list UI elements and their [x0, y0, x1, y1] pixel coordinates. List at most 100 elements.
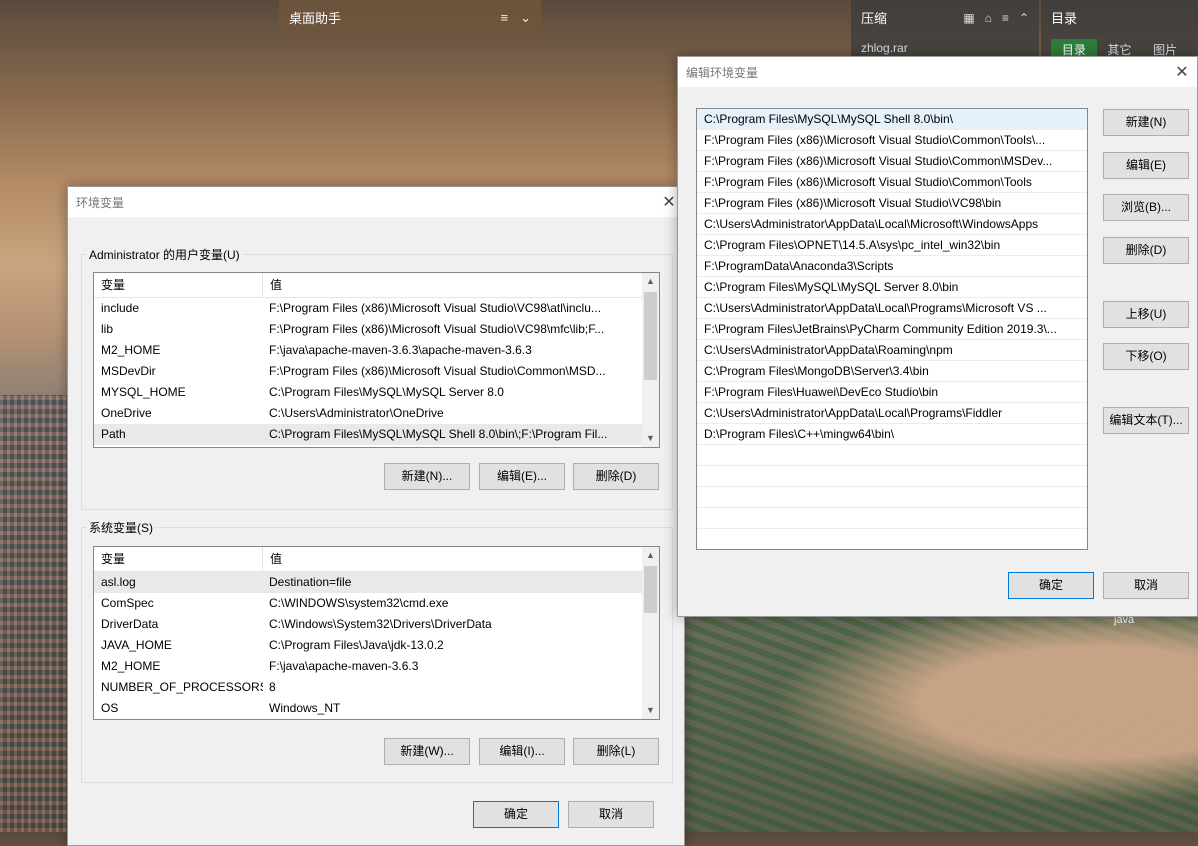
scroll-down-icon[interactable]: ▼ [642, 430, 659, 447]
var-name: NUMBER_OF_PROCESSORS [101, 680, 263, 694]
path-move-up-button[interactable]: 上移(U) [1103, 301, 1189, 328]
desktop-helper-title: 桌面助手 [289, 11, 342, 26]
cancel-button[interactable]: 取消 [1103, 572, 1189, 599]
table-row[interactable]: M2_HOME F:\java\apache-maven-3.6.3 [94, 656, 659, 677]
list-item[interactable]: F:\Program Files\Huawei\DevEco Studio\bi… [697, 382, 1087, 403]
env-dialog-title: 环境变量 [76, 195, 125, 210]
scroll-up-icon[interactable]: ▲ [642, 273, 659, 290]
system-vars-header: 变量 值 [94, 547, 659, 572]
var-name: include [101, 301, 140, 315]
table-row-selected[interactable]: Path C:\Program Files\MySQL\MySQL Shell 8… [94, 424, 659, 445]
list-item[interactable]: C:\Program Files\MySQL\MySQL Server 8.0\… [697, 277, 1087, 298]
user-new-button[interactable]: 新建(N)... [384, 463, 470, 490]
chevron-down-icon[interactable]: ⌄ [520, 10, 531, 26]
var-name: MSDevDir [101, 364, 156, 378]
column-header-value[interactable]: 值 [263, 273, 282, 297]
list-item-empty[interactable] [697, 466, 1087, 487]
var-name: ComSpec [101, 596, 154, 610]
list-item[interactable]: C:\Program Files\MongoDB\Server\3.4\bin [697, 361, 1087, 382]
table-row[interactable]: DriverData C:\Windows\System32\Drivers\Dr… [94, 614, 659, 635]
var-value: C:\Program Files\Java\jdk-13.0.2 [269, 638, 444, 652]
path-delete-button[interactable]: 删除(D) [1103, 237, 1189, 264]
list-item[interactable]: F:\Program Files (x86)\Microsoft Visual … [697, 193, 1087, 214]
list-item[interactable]: F:\ProgramData\Anaconda3\Scripts [697, 256, 1087, 277]
table-row[interactable]: MYSQL_HOME C:\Program Files\MySQL\MySQL S… [94, 382, 659, 403]
table-row[interactable]: include F:\Program Files (x86)\Microsoft … [94, 298, 659, 319]
var-value: F:\java\apache-maven-3.6.3\apache-maven-… [269, 343, 532, 357]
user-edit-button[interactable]: 编辑(E)... [479, 463, 565, 490]
var-value: F:\Program Files (x86)\Microsoft Visual … [269, 301, 601, 315]
list-item[interactable]: C:\Users\Administrator\AppData\Local\Pro… [697, 403, 1087, 424]
table-row[interactable]: OneDrive C:\Users\Administrator\OneDrive [94, 403, 659, 424]
scrollbar-thumb[interactable] [644, 566, 657, 613]
desktop-helper-bar[interactable]: 桌面助手 ≡ ⌄ [279, 0, 541, 35]
path-move-down-button[interactable]: 下移(O) [1103, 343, 1189, 370]
list-item[interactable]: F:\Program Files (x86)\Microsoft Visual … [697, 172, 1087, 193]
user-delete-button[interactable]: 删除(D) [573, 463, 659, 490]
wallpaper-river [685, 616, 1198, 832]
zip-panel[interactable]: 压缩 ▦ ⌂ ≡ ⌃ zhlog.rar [851, 0, 1039, 58]
list-item[interactable]: C:\Users\Administrator\AppData\Roaming\n… [697, 340, 1087, 361]
lock-icon[interactable]: ⌂ [985, 11, 992, 25]
path-edit-button[interactable]: 编辑(E) [1103, 152, 1189, 179]
scroll-up-icon[interactable]: ▲ [642, 547, 659, 564]
table-row[interactable]: ComSpec C:\WINDOWS\system32\cmd.exe [94, 593, 659, 614]
var-value: Windows_NT [269, 701, 341, 715]
close-icon[interactable]: ✕ [1167, 62, 1197, 82]
var-name: DriverData [101, 617, 159, 631]
ok-button[interactable]: 确定 [473, 801, 559, 828]
list-item[interactable]: C:\Program Files\OPNET\14.5.A\sys\pc_int… [697, 235, 1087, 256]
list-item[interactable]: C:\Users\Administrator\AppData\Local\Pro… [697, 298, 1087, 319]
cancel-button[interactable]: 取消 [568, 801, 654, 828]
scroll-down-icon[interactable]: ▼ [642, 702, 659, 719]
list-item[interactable]: F:\Program Files\JetBrains\PyCharm Commu… [697, 319, 1087, 340]
menu-icon[interactable]: ≡ [1002, 11, 1009, 25]
list-item-empty[interactable] [697, 487, 1087, 508]
list-item-empty[interactable] [697, 445, 1087, 466]
table-row[interactable]: NUMBER_OF_PROCESSORS 8 [94, 677, 659, 698]
system-edit-button[interactable]: 编辑(I)... [479, 738, 565, 765]
edit-dialog-titlebar[interactable]: 编辑环境变量 ✕ [678, 57, 1197, 87]
grid-icon[interactable]: ▦ [963, 11, 974, 25]
table-row-selected[interactable]: asl.log Destination=file [94, 572, 659, 593]
table-row[interactable]: OS Windows_NT [94, 698, 659, 719]
user-vars-scrollbar[interactable]: ▲ ▼ [642, 273, 659, 447]
system-vars-scrollbar[interactable]: ▲ ▼ [642, 547, 659, 719]
table-row[interactable]: M2_HOME F:\java\apache-maven-3.6.3\apache… [94, 340, 659, 361]
list-item[interactable]: C:\Users\Administrator\AppData\Local\Mic… [697, 214, 1087, 235]
table-row[interactable]: MSDevDir F:\Program Files (x86)\Microsoft… [94, 361, 659, 382]
system-new-button[interactable]: 新建(W)... [384, 738, 470, 765]
list-item-selected[interactable]: C:\Program Files\MySQL\MySQL Shell 8.0\b… [697, 109, 1087, 130]
list-item[interactable]: D:\Program Files\C++\mingw64\bin\ [697, 424, 1087, 445]
var-value: F:\java\apache-maven-3.6.3 [269, 659, 419, 673]
system-delete-button[interactable]: 删除(L) [573, 738, 659, 765]
chevron-up-icon[interactable]: ⌃ [1019, 11, 1029, 25]
scrollbar-thumb[interactable] [644, 292, 657, 380]
path-browse-button[interactable]: 浏览(B)... [1103, 194, 1189, 221]
column-header-variable[interactable]: 变量 [94, 273, 263, 297]
ok-button[interactable]: 确定 [1008, 572, 1094, 599]
env-dialog-titlebar[interactable]: 环境变量 ✕ [68, 187, 684, 217]
user-vars-list[interactable]: 变量 值 include F:\Program Files (x86)\Micro… [93, 272, 660, 448]
system-vars-list[interactable]: 变量 值 asl.log Destination=file ComSpec C:\W… [93, 546, 660, 720]
var-name: M2_HOME [101, 659, 161, 673]
list-item[interactable]: F:\Program Files (x86)\Microsoft Visual … [697, 130, 1087, 151]
var-value: F:\Program Files (x86)\Microsoft Visual … [269, 322, 605, 336]
var-value: C:\Program Files\MySQL\MySQL Server 8.0 [269, 385, 504, 399]
table-row[interactable]: JAVA_HOME C:\Program Files\Java\jdk-13.0.… [94, 635, 659, 656]
system-vars-group-label: 系统变量(S) [86, 519, 156, 536]
var-value: F:\Program Files (x86)\Microsoft Visual … [269, 364, 606, 378]
menu-icon[interactable]: ≡ [501, 10, 509, 25]
column-header-value[interactable]: 值 [263, 547, 282, 571]
column-header-variable[interactable]: 变量 [94, 547, 263, 571]
directory-panel[interactable]: 目录 目录 其它 图片 [1041, 0, 1198, 60]
path-edit-text-button[interactable]: 编辑文本(T)... [1103, 407, 1189, 434]
var-name: M2_HOME [101, 343, 161, 357]
zip-file-item[interactable]: zhlog.rar [861, 41, 1029, 55]
table-row[interactable]: lib F:\Program Files (x86)\Microsoft Visu… [94, 319, 659, 340]
list-item-empty[interactable] [697, 508, 1087, 529]
path-new-button[interactable]: 新建(N) [1103, 109, 1189, 136]
var-name: OS [101, 701, 119, 715]
list-item[interactable]: F:\Program Files (x86)\Microsoft Visual … [697, 151, 1087, 172]
path-entries-list[interactable]: C:\Program Files\MySQL\MySQL Shell 8.0\b… [696, 108, 1088, 550]
